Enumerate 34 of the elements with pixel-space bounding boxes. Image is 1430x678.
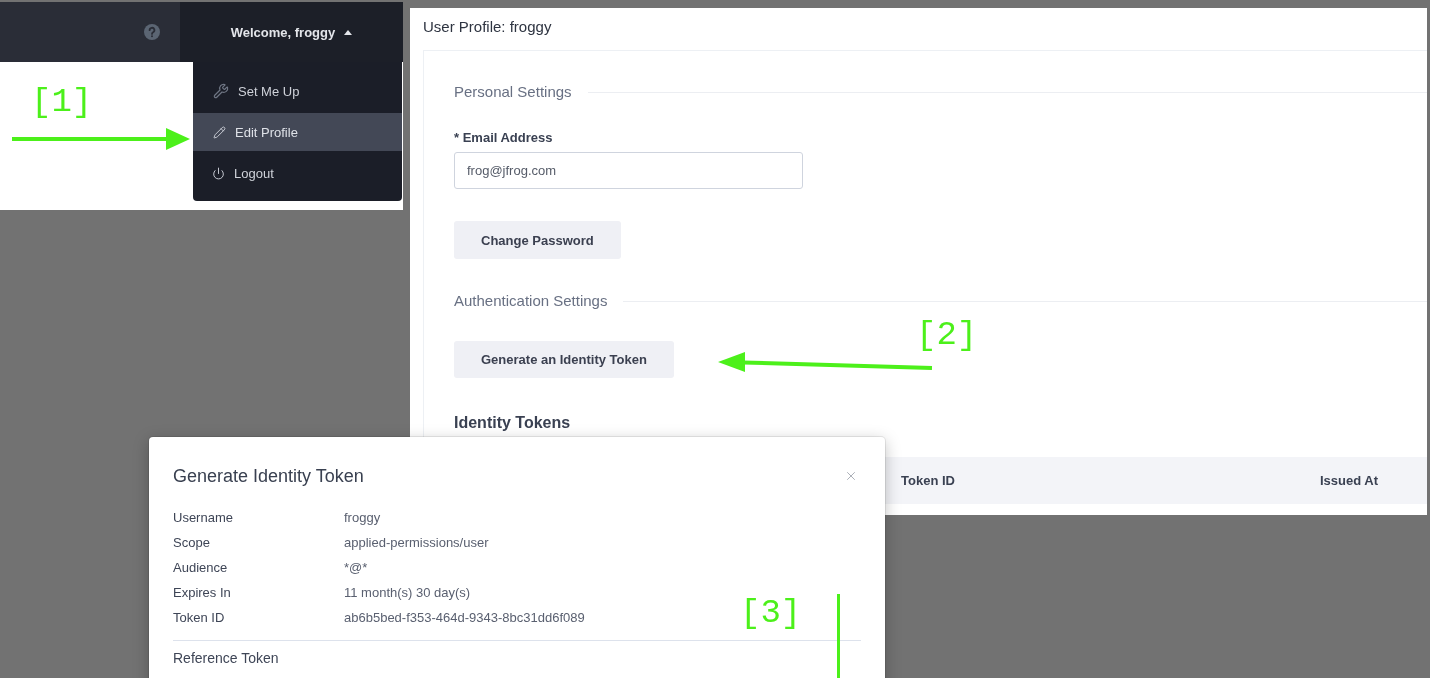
field-label: Audience <box>173 560 229 575</box>
column-header: Token ID <box>901 473 956 488</box>
user-menu-toggle[interactable]: Welcome, froggy <box>180 2 403 62</box>
generate-token-button[interactable]: Generate an Identity Token <box>454 341 674 378</box>
menu-item[interactable]: Edit Profile <box>193 113 402 151</box>
field-label: Reference Token <box>173 649 280 667</box>
field-value: applied-permissions/user <box>344 535 490 550</box>
change-password-button[interactable]: Change Password <box>454 221 621 259</box>
wrench-icon <box>213 83 229 99</box>
field-value: ab6b5bed-f353-464d-9343-8bc31dd6f089 <box>344 610 586 625</box>
field-label: Scope <box>173 535 211 550</box>
field-value: *@* <box>344 560 369 575</box>
annotation-label: [2] <box>916 317 978 353</box>
field-label: Token ID <box>173 610 226 625</box>
column-header: Issued At <box>1320 473 1380 488</box>
field-label: Username <box>173 510 234 525</box>
dialog-title: Generate Identity Token <box>173 465 364 487</box>
email-field[interactable]: frog@jfrog.com <box>454 152 803 189</box>
menu-item[interactable]: Logout <box>193 154 402 192</box>
help-icon[interactable] <box>144 24 160 40</box>
annotation-label: [1] <box>31 84 93 120</box>
close-icon[interactable] <box>844 469 858 483</box>
field-label: * Email Address <box>454 130 554 145</box>
field-value: froggy <box>344 510 382 525</box>
field-label: Expires In <box>173 585 232 600</box>
pencil-icon <box>213 125 226 139</box>
section-heading: Identity Tokens <box>454 413 572 433</box>
section-heading: Authentication Settings <box>454 291 608 311</box>
page-title: User Profile: froggy <box>422 17 553 37</box>
field-value: 11 month(s) 30 day(s) <box>344 585 472 600</box>
section-heading: Personal Settings <box>454 82 572 102</box>
annotation-label: [3] <box>740 595 802 631</box>
power-icon <box>212 166 225 180</box>
menu-item[interactable]: Set Me Up <box>193 72 402 110</box>
